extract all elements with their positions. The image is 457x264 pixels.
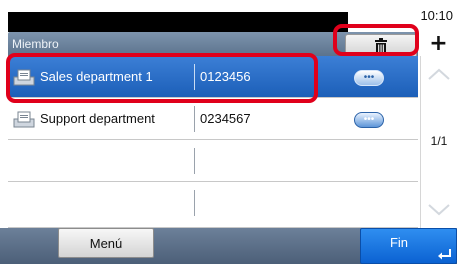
member-list: Sales department 1 0123456 ••• Support d… [8, 56, 418, 228]
detail-button[interactable]: ••• [354, 112, 384, 128]
plus-icon: + [429, 31, 448, 56]
list-row[interactable]: Sales department 1 0123456 ••• [8, 56, 418, 98]
detail-button[interactable]: ••• [354, 70, 384, 86]
header-title: Miembro [12, 37, 59, 51]
menu-button[interactable]: Menú [58, 228, 154, 258]
finish-label: Fin [389, 235, 409, 250]
row-name: Support department [40, 111, 155, 126]
trash-icon [375, 38, 387, 54]
scroll-up-button[interactable] [421, 56, 457, 92]
list-row[interactable] [8, 182, 418, 228]
column-divider [194, 148, 195, 174]
row-number: 0123456 [200, 69, 251, 84]
status-bar: 10:10 [0, 0, 457, 32]
status-strip [8, 12, 348, 32]
column-divider [194, 106, 195, 132]
row-number: 0234567 [200, 111, 251, 126]
column-divider [194, 190, 195, 216]
document-tray-icon [13, 69, 35, 86]
clock: 10:10 [420, 8, 453, 23]
chevron-up-icon [428, 68, 450, 80]
list-row[interactable]: Support department 0234567 ••• [8, 98, 418, 140]
add-button[interactable]: + [420, 32, 457, 56]
row-name: Sales department 1 [40, 69, 153, 84]
ellipsis-icon: ••• [363, 114, 375, 125]
scrollbar: 1/1 [420, 56, 457, 228]
ellipsis-icon: ••• [363, 72, 375, 83]
scroll-down-button[interactable] [421, 192, 457, 228]
list-row[interactable] [8, 140, 418, 182]
delete-button[interactable] [345, 34, 417, 58]
page-indicator: 1/1 [430, 134, 448, 148]
document-tray-icon [13, 111, 35, 128]
finish-button[interactable]: Fin [360, 228, 457, 264]
chevron-down-icon [428, 204, 450, 216]
column-divider [194, 64, 195, 90]
enter-arrow-icon [438, 249, 451, 260]
